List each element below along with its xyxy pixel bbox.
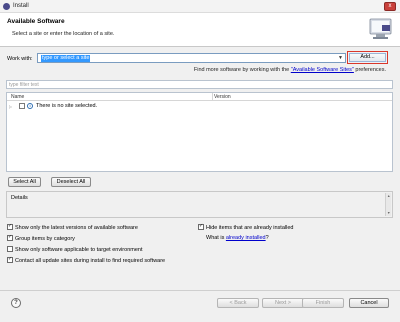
expand-triangle-icon[interactable]: ▷ xyxy=(9,104,12,109)
page-title: Available Software xyxy=(7,18,65,25)
contact-sites-label: Contact all update sites during install … xyxy=(15,258,166,264)
cancel-button[interactable]: Cancel xyxy=(349,298,389,308)
help-button[interactable]: ? xyxy=(11,298,21,308)
add-button-label: Add... xyxy=(360,54,375,60)
option-group-by-category[interactable]: Group items by category xyxy=(7,234,75,242)
eclipse-app-icon xyxy=(3,3,10,10)
find-more-text: Find more software by working with the "… xyxy=(194,67,386,73)
software-table[interactable]: Name Version ▷ i There is no site select… xyxy=(6,92,393,172)
latest-versions-label: Show only the latest versions of availab… xyxy=(15,225,138,231)
work-with-value[interactable]: type or select a site xyxy=(41,55,91,62)
chevron-down-icon[interactable]: ▼ xyxy=(338,55,343,61)
latest-versions-checkbox[interactable] xyxy=(7,223,13,230)
window-close-button[interactable]: x xyxy=(384,2,396,11)
option-latest-versions[interactable]: Show only the latest versions of availab… xyxy=(7,223,138,231)
table-header: Name Version xyxy=(7,93,392,101)
already-installed-link[interactable]: already installed xyxy=(226,235,266,241)
wizard-header: Available Software Select a site or ente… xyxy=(0,13,400,47)
row-checkbox[interactable] xyxy=(19,103,25,109)
option-contact-sites[interactable]: Contact all update sites during install … xyxy=(7,256,166,264)
what-is-suffix: ? xyxy=(265,235,269,241)
work-with-combo[interactable]: type or select a site ▼ xyxy=(37,53,346,63)
filter-input[interactable]: type filter text xyxy=(6,80,393,89)
scroll-down-icon[interactable]: ▼ xyxy=(387,211,390,215)
details-panel: Details ▲ ▼ xyxy=(6,191,393,218)
hide-installed-label: Hide items that are already installed xyxy=(206,225,294,231)
column-header-version[interactable]: Version xyxy=(214,94,231,100)
info-icon: i xyxy=(27,103,33,109)
option-hide-installed[interactable]: Hide items that are already installed xyxy=(198,223,294,231)
details-label: Details xyxy=(11,195,28,201)
finish-button[interactable]: Finish xyxy=(302,298,344,308)
work-with-label: Work with: xyxy=(7,56,33,62)
next-button[interactable]: Next > xyxy=(262,298,304,308)
filter-placeholder: type filter text xyxy=(9,82,39,88)
back-button[interactable]: < Back xyxy=(217,298,259,308)
what-is-prefix: What is xyxy=(206,235,226,241)
details-scrollbar[interactable]: ▲ ▼ xyxy=(385,193,391,216)
window-title: Install xyxy=(13,3,29,9)
select-all-button[interactable]: Select All xyxy=(8,177,41,187)
deselect-all-button[interactable]: Deselect All xyxy=(51,177,91,187)
scroll-up-icon[interactable]: ▲ xyxy=(387,194,390,198)
column-divider[interactable] xyxy=(212,93,213,101)
row-message: There is no site selected. xyxy=(36,103,98,109)
group-by-category-checkbox[interactable] xyxy=(7,234,13,241)
available-software-sites-link[interactable]: "Available Software Sites" xyxy=(291,67,354,73)
install-banner-icon xyxy=(369,18,392,39)
target-env-checkbox[interactable] xyxy=(7,246,13,252)
target-env-label: Show only software applicable to target … xyxy=(15,247,143,253)
hide-installed-checkbox[interactable] xyxy=(198,223,204,230)
group-by-category-label: Group items by category xyxy=(15,236,75,242)
table-row[interactable]: ▷ i There is no site selected. xyxy=(7,102,392,111)
what-is-installed-text: What is already installed? xyxy=(206,235,269,241)
footer-divider xyxy=(0,290,400,291)
title-bar: Install x xyxy=(0,0,400,13)
find-more-suffix: preferences. xyxy=(353,67,386,73)
find-more-prefix: Find more software by working with the xyxy=(193,67,291,73)
page-description: Select a site or enter the location of a… xyxy=(12,31,115,37)
option-target-env[interactable]: Show only software applicable to target … xyxy=(7,246,143,253)
add-site-button[interactable]: Add... xyxy=(347,51,388,64)
column-header-name[interactable]: Name xyxy=(11,94,24,100)
contact-sites-checkbox[interactable] xyxy=(7,256,13,263)
